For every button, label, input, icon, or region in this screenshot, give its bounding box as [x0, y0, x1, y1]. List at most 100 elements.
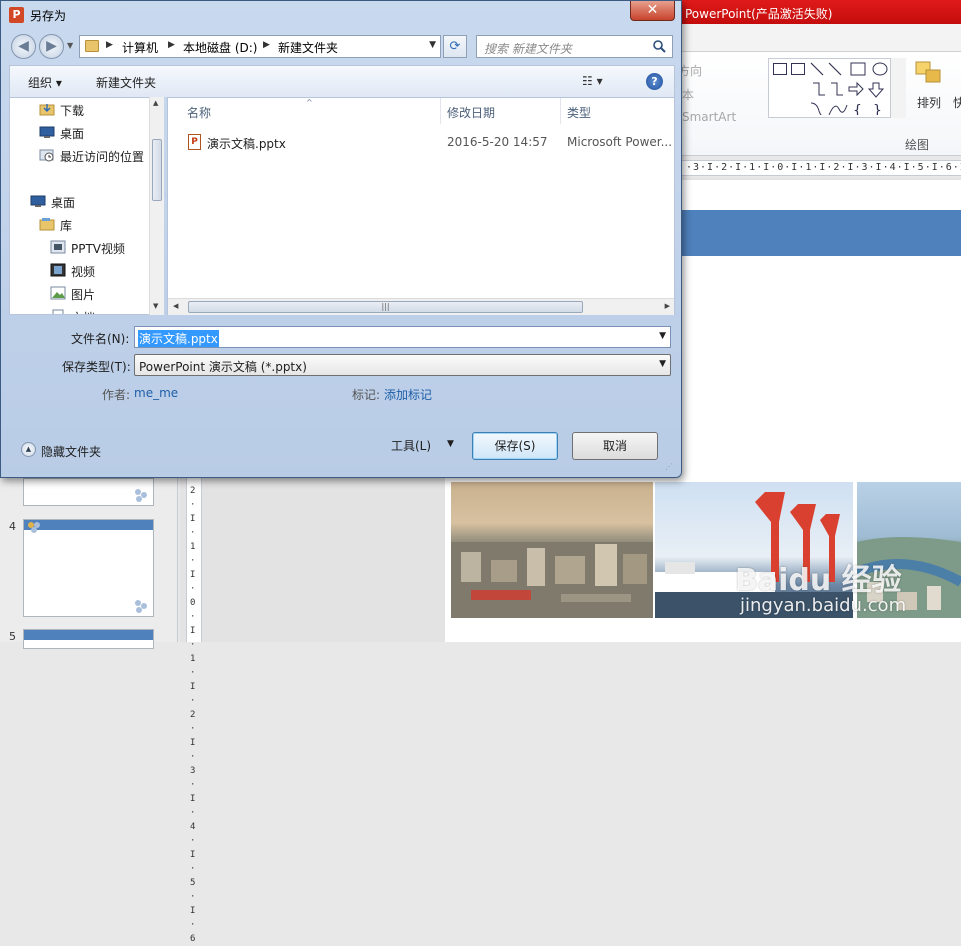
- dots-decoration-icon: [135, 600, 147, 613]
- dialog-title: 另存为: [30, 9, 67, 23]
- shapes-gallery[interactable]: { }: [768, 58, 906, 118]
- file-type: Microsoft Power...: [567, 135, 673, 149]
- ribbon-align-text[interactable]: 本: [682, 86, 694, 103]
- hide-folders-label: 隐藏文件夹: [41, 445, 102, 459]
- organize-button[interactable]: 组织 ▾: [28, 74, 62, 91]
- change-view-button[interactable]: ☷ ▾: [582, 74, 603, 88]
- scrollbar-thumb[interactable]: [152, 139, 162, 201]
- dots-decoration-icon: [135, 489, 147, 502]
- slide-thumbnail-5[interactable]: [23, 629, 154, 649]
- close-button[interactable]: ✕: [630, 1, 675, 21]
- breadcrumb-separator-icon[interactable]: ▶: [168, 40, 175, 50]
- slide-number: 5: [9, 630, 16, 643]
- nav-item-documents[interactable]: 文档: [10, 307, 150, 314]
- address-bar[interactable]: ▶ 计算机 ▶ 本地磁盘 (D:) ▶ 新建文件夹 ▼: [79, 35, 441, 58]
- filetype-select[interactable]: PowerPoint 演示文稿 (*.pptx) ▼: [134, 354, 671, 376]
- recent-locations-dropdown-icon[interactable]: ▼: [67, 41, 73, 50]
- breadcrumb-separator-icon[interactable]: ▶: [263, 40, 270, 50]
- help-icon[interactable]: ?: [646, 73, 663, 90]
- search-icon[interactable]: [653, 40, 666, 53]
- navigation-pane[interactable]: 下载 桌面 最近访问的位置 桌面 库 PPTV视频 视频 图片: [9, 97, 164, 315]
- scroll-down-icon[interactable]: ▼: [153, 302, 158, 310]
- watermark: Baidu 经验: [735, 563, 902, 598]
- nav-item-desktop[interactable]: 桌面: [10, 123, 150, 143]
- navigation-scrollbar[interactable]: ▲ ▼: [149, 97, 164, 315]
- city-skyline-image: [451, 542, 653, 618]
- nav-item-recent-places[interactable]: 最近访问的位置: [10, 146, 150, 166]
- arrange-icon[interactable]: [914, 60, 944, 88]
- slide-title-band[interactable]: [680, 210, 961, 256]
- quick-styles-label[interactable]: 快: [953, 94, 961, 111]
- nav-item-videos[interactable]: 视频: [10, 261, 150, 281]
- search-input[interactable]: 搜索 新建文件夹: [476, 35, 673, 58]
- filename-field[interactable]: 演示文稿.pptx ▼: [134, 326, 671, 348]
- tools-button[interactable]: 工具(L) ▼: [391, 437, 454, 454]
- ribbon-smartart[interactable]: SmartArt: [682, 110, 736, 124]
- refresh-button[interactable]: ⟳: [443, 35, 467, 58]
- desktop-icon: [39, 126, 55, 138]
- video-library-icon: [50, 263, 66, 277]
- back-button[interactable]: ◀: [11, 34, 36, 59]
- column-divider[interactable]: [560, 98, 561, 124]
- tags-field[interactable]: 添加标记: [384, 386, 432, 403]
- author-field[interactable]: me_me: [134, 386, 178, 400]
- arrange-label[interactable]: 排列: [917, 94, 941, 111]
- shapes-gallery-scroll[interactable]: [890, 58, 906, 118]
- breadcrumb-new-folder[interactable]: 新建文件夹: [278, 39, 338, 56]
- column-header-name[interactable]: 名称: [187, 104, 211, 121]
- file-list[interactable]: ^ 名称 修改日期 类型 P 演示文稿.pptx 2016-5-20 14:57…: [167, 97, 675, 315]
- column-header-type[interactable]: 类型: [567, 104, 591, 121]
- svg-text:}: }: [873, 103, 882, 115]
- save-as-dialog[interactable]: P 另存为 ✕ ◀ ▶ ▼ ▶ 计算机 ▶ 本地磁盘 (D:) ▶ 新建文件夹 …: [0, 0, 682, 478]
- filename-value: 演示文稿.pptx: [138, 330, 219, 347]
- column-header-modified[interactable]: 修改日期: [447, 104, 495, 121]
- documents-library-icon: [52, 309, 64, 314]
- slide-thumbnail-4[interactable]: [23, 519, 154, 617]
- slide-thumbnail-3[interactable]: [23, 478, 154, 506]
- nav-item-desktop-root[interactable]: 桌面: [10, 192, 150, 212]
- desktop-icon: [30, 195, 46, 207]
- resize-grip-icon[interactable]: ⋰: [665, 462, 677, 474]
- scroll-left-icon[interactable]: ◀: [173, 302, 178, 310]
- chevron-down-icon[interactable]: ▼: [659, 359, 666, 369]
- slide-number: 4: [9, 520, 16, 533]
- author-label: 作者:: [102, 388, 131, 402]
- breadcrumb-drive-d[interactable]: 本地磁盘 (D:): [183, 39, 257, 56]
- breadcrumb-computer[interactable]: 计算机: [122, 39, 158, 56]
- scroll-up-icon[interactable]: ▲: [153, 99, 158, 107]
- powerpoint-window-title: PowerPoint(产品激活失败): [685, 7, 833, 21]
- recent-places-icon: [39, 149, 54, 162]
- photo-city[interactable]: [451, 482, 653, 618]
- nav-item-label: 图片: [71, 288, 96, 302]
- forward-button[interactable]: ▶: [39, 34, 64, 59]
- vertical-textbox-shape-icon[interactable]: [791, 63, 805, 75]
- save-button[interactable]: 保存(S): [472, 432, 558, 460]
- nav-item-downloads[interactable]: 下载: [10, 100, 150, 120]
- nav-item-label: 视频: [71, 265, 96, 279]
- dialog-titlebar[interactable]: P 另存为 ✕: [1, 1, 681, 29]
- filetype-label: 保存类型(T):: [62, 360, 131, 374]
- back-arrow-icon: ◀: [18, 38, 29, 54]
- dots-decoration-icon: [28, 522, 40, 533]
- scrollbar-thumb[interactable]: |||: [188, 301, 583, 313]
- file-row[interactable]: P 演示文稿.pptx 2016-5-20 14:57 Microsoft Po…: [182, 132, 674, 154]
- new-folder-button[interactable]: 新建文件夹: [96, 74, 156, 91]
- chevron-down-icon[interactable]: ▼: [659, 331, 666, 341]
- nav-item-pptv-video[interactable]: PPTV视频: [10, 238, 150, 258]
- cancel-button[interactable]: 取消: [572, 432, 658, 460]
- nav-item-label: 文档: [71, 309, 95, 314]
- slide-thumbnail-panel[interactable]: 4 5: [0, 478, 178, 649]
- ruler-ticks: ·3·I·2·I·1·I·0·I·1·I·2·I·3·I·4·I·5·I·6·I…: [686, 162, 961, 173]
- chevron-down-icon: ▼: [447, 439, 454, 449]
- address-dropdown-icon[interactable]: ▼: [429, 40, 436, 50]
- thumbnail-band: [24, 630, 153, 640]
- shape-glyphs-icon[interactable]: { }: [809, 61, 899, 115]
- breadcrumb-separator-icon[interactable]: ▶: [106, 40, 113, 50]
- textbox-shape-icon[interactable]: [773, 63, 787, 75]
- nav-item-libraries[interactable]: 库: [10, 215, 150, 235]
- scroll-right-icon[interactable]: ▶: [665, 302, 670, 310]
- column-divider[interactable]: [440, 98, 441, 124]
- nav-item-pictures[interactable]: 图片: [10, 284, 150, 304]
- filetype-value: PowerPoint 演示文稿 (*.pptx): [139, 360, 307, 374]
- file-list-horizontal-scrollbar[interactable]: ◀ ||| ▶: [168, 298, 674, 315]
